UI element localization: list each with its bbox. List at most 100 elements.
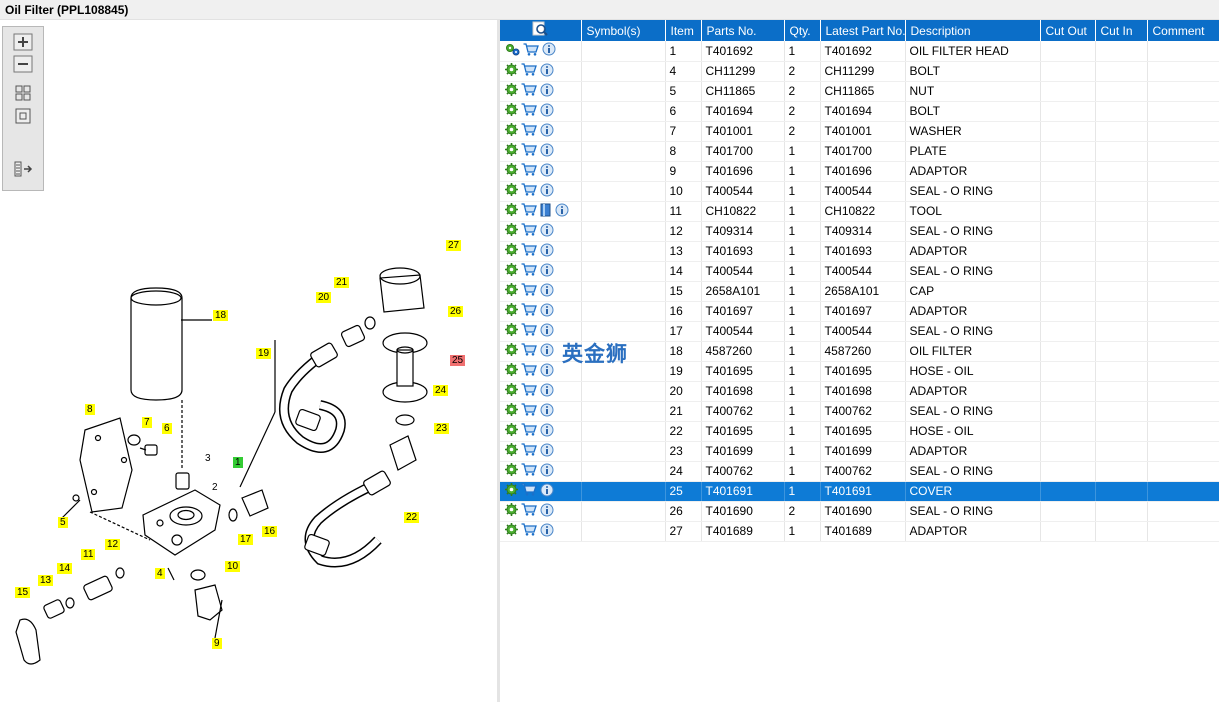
callout-2[interactable]: 2 bbox=[212, 482, 218, 493]
cart-icon[interactable] bbox=[521, 383, 537, 399]
cart-icon[interactable] bbox=[521, 63, 537, 79]
info-icon[interactable] bbox=[540, 83, 554, 100]
gear-icon[interactable] bbox=[505, 223, 518, 239]
callout-12[interactable]: 12 bbox=[105, 539, 121, 550]
cart-icon[interactable] bbox=[521, 143, 537, 159]
header-item[interactable]: Item bbox=[665, 20, 702, 41]
gear-icon[interactable] bbox=[505, 463, 518, 479]
header-preview[interactable] bbox=[500, 20, 582, 41]
gear-icon[interactable] bbox=[505, 523, 518, 539]
gear-icon[interactable] bbox=[505, 263, 518, 279]
info-icon[interactable] bbox=[540, 463, 554, 480]
cart-icon[interactable] bbox=[521, 423, 537, 439]
cart-icon[interactable] bbox=[521, 123, 537, 139]
callout-11[interactable]: 11 bbox=[81, 549, 96, 560]
callout-27[interactable]: 27 bbox=[446, 240, 462, 251]
info-icon[interactable] bbox=[540, 343, 554, 360]
callout-3[interactable]: 3 bbox=[205, 453, 211, 464]
cart-icon[interactable] bbox=[521, 463, 537, 479]
zoom-out-icon[interactable] bbox=[13, 55, 33, 73]
info-icon[interactable] bbox=[540, 63, 554, 80]
callout-24[interactable]: 24 bbox=[433, 385, 449, 396]
gear-icon[interactable] bbox=[505, 303, 518, 319]
table-row[interactable]: 9 T401696 1 T401696 ADAPTOR bbox=[500, 161, 1219, 182]
gear-icon[interactable] bbox=[505, 283, 518, 299]
gear-icon[interactable] bbox=[505, 183, 518, 199]
header-parts-no[interactable]: Parts No. bbox=[701, 20, 785, 41]
callout-8[interactable]: 8 bbox=[85, 404, 95, 415]
table-row[interactable]: 4 CH11299 2 CH11299 BOLT bbox=[500, 61, 1219, 82]
info-icon[interactable] bbox=[540, 323, 554, 340]
callout-18[interactable]: 18 bbox=[213, 310, 229, 321]
table-row[interactable]: 12 T409314 1 T409314 SEAL - O RING bbox=[500, 221, 1219, 242]
gear-icon[interactable] bbox=[505, 383, 518, 399]
gear-icon[interactable] bbox=[505, 503, 518, 519]
table-row[interactable]: 26 T401690 2 T401690 SEAL - O RING bbox=[500, 501, 1219, 522]
gear-icon[interactable] bbox=[505, 363, 518, 379]
gear-icon[interactable] bbox=[505, 83, 518, 99]
cart-icon[interactable] bbox=[521, 103, 537, 119]
gear-icon[interactable] bbox=[505, 203, 518, 219]
header-qty[interactable]: Qty. bbox=[784, 20, 821, 41]
table-row[interactable]: 1 T401692 1 T401692 OIL FILTER HEAD bbox=[500, 41, 1219, 62]
info-icon[interactable] bbox=[540, 123, 554, 140]
info-icon[interactable] bbox=[555, 203, 569, 220]
header-description[interactable]: Description bbox=[905, 20, 1041, 41]
table-row[interactable]: 20 T401698 1 T401698 ADAPTOR bbox=[500, 381, 1219, 402]
callout-23[interactable]: 23 bbox=[434, 423, 450, 434]
actual-size-icon[interactable] bbox=[13, 107, 33, 125]
info-icon[interactable] bbox=[540, 223, 554, 240]
callout-25[interactable]: 25 bbox=[450, 355, 466, 366]
cart-icon[interactable] bbox=[521, 163, 537, 179]
table-row[interactable]: 23 T401699 1 T401699 ADAPTOR bbox=[500, 441, 1219, 462]
callout-16[interactable]: 16 bbox=[262, 526, 278, 537]
gear-icon[interactable] bbox=[505, 123, 518, 139]
callout-14[interactable]: 14 bbox=[57, 563, 73, 574]
cart-icon[interactable] bbox=[521, 303, 537, 319]
table-row[interactable]: 14 T400544 1 T400544 SEAL - O RING bbox=[500, 261, 1219, 282]
callout-26[interactable]: 26 bbox=[448, 306, 464, 317]
info-icon[interactable] bbox=[540, 263, 554, 280]
table-row[interactable]: 6 T401694 2 T401694 BOLT bbox=[500, 101, 1219, 122]
callout-7[interactable]: 7 bbox=[142, 417, 152, 428]
cart-icon[interactable] bbox=[523, 43, 539, 59]
callout-5[interactable]: 5 bbox=[58, 517, 68, 528]
book-icon[interactable] bbox=[540, 203, 552, 220]
table-row[interactable]: 11 CH10822 1 CH10822 TOOL bbox=[500, 201, 1219, 222]
info-icon[interactable] bbox=[540, 143, 554, 160]
cart-icon[interactable] bbox=[521, 363, 537, 379]
callout-19[interactable]: 19 bbox=[256, 348, 272, 359]
search-document-icon[interactable] bbox=[532, 21, 548, 40]
gear-icon[interactable] bbox=[505, 243, 518, 259]
header-latest-part-no[interactable]: Latest Part No. bbox=[820, 20, 906, 41]
table-row[interactable]: 15 2658A101 1 2658A101 CAP bbox=[500, 281, 1219, 302]
table-row[interactable]: 24 T400762 1 T400762 SEAL - O RING bbox=[500, 461, 1219, 482]
gears-icon[interactable] bbox=[505, 43, 520, 59]
table-row[interactable]: 5 CH11865 2 CH11865 NUT bbox=[500, 81, 1219, 102]
cart-icon[interactable] bbox=[521, 283, 537, 299]
info-icon[interactable] bbox=[540, 503, 554, 520]
info-icon[interactable] bbox=[540, 163, 554, 180]
callout-17[interactable]: 17 bbox=[238, 534, 254, 545]
info-icon[interactable] bbox=[540, 363, 554, 380]
info-icon[interactable] bbox=[542, 42, 556, 59]
show-list-icon[interactable] bbox=[13, 160, 33, 178]
callout-10[interactable]: 10 bbox=[225, 561, 241, 572]
table-row[interactable]: 16 T401697 1 T401697 ADAPTOR bbox=[500, 301, 1219, 322]
gear-icon[interactable] bbox=[505, 343, 518, 359]
fit-all-icon[interactable] bbox=[13, 84, 33, 102]
callout-9[interactable]: 9 bbox=[212, 638, 222, 649]
header-comment[interactable]: Comment bbox=[1147, 20, 1219, 41]
header-cut-in[interactable]: Cut In bbox=[1095, 20, 1148, 41]
callout-1[interactable]: 1 bbox=[233, 457, 243, 468]
header-cut-out[interactable]: Cut Out bbox=[1040, 20, 1096, 41]
info-icon[interactable] bbox=[540, 303, 554, 320]
table-row[interactable]: 10 T400544 1 T400544 SEAL - O RING bbox=[500, 181, 1219, 202]
table-row[interactable]: 13 T401693 1 T401693 ADAPTOR bbox=[500, 241, 1219, 262]
cart-icon[interactable] bbox=[521, 83, 537, 99]
gear-icon[interactable] bbox=[505, 143, 518, 159]
exploded-view-drawing[interactable] bbox=[0, 20, 497, 702]
cart-icon[interactable] bbox=[521, 203, 537, 219]
gear-icon[interactable] bbox=[505, 483, 518, 499]
gear-icon[interactable] bbox=[505, 163, 518, 179]
